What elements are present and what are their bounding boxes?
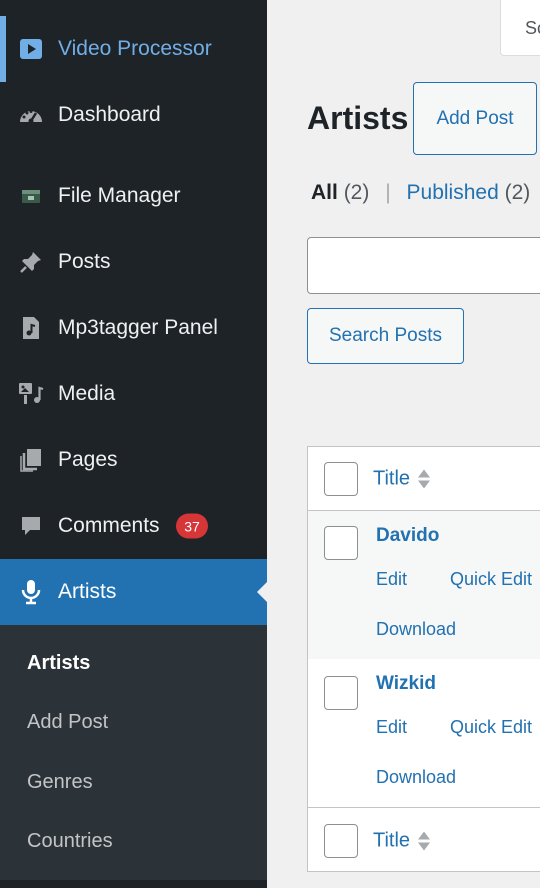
menu-posts[interactable]: Posts — [0, 229, 267, 295]
admin-sidebar: Video Processor Dashboard File Manager P… — [0, 0, 267, 888]
submenu-artists[interactable]: Artists — [27, 652, 90, 675]
menu-label: Video Processor — [58, 37, 212, 60]
row-download-link[interactable]: Download — [376, 767, 456, 788]
sort-icon — [418, 831, 431, 850]
column-title-label: Title — [373, 829, 411, 851]
submenu-add-post[interactable]: Add Post — [27, 711, 108, 734]
video-icon — [18, 36, 44, 62]
submenu-countries[interactable]: Countries — [27, 830, 113, 853]
menu-label: Pages — [58, 448, 118, 471]
row-quick-edit-link[interactable]: Quick Edit — [450, 717, 532, 738]
microphone-icon — [18, 579, 44, 605]
table-row: Wizkid Edit Quick Edit Download — [308, 659, 540, 807]
menu-artists[interactable]: Artists — [0, 559, 267, 625]
page-title: Artists — [307, 100, 409, 136]
row-edit-link[interactable]: Edit — [376, 569, 407, 590]
filter-separator: | — [385, 181, 391, 204]
title-column-header[interactable]: Title — [373, 467, 431, 490]
folder-icon — [18, 183, 44, 209]
row-checkbox[interactable] — [324, 676, 358, 710]
menu-label: Artists — [58, 580, 117, 603]
row-quick-edit-link[interactable]: Quick Edit — [450, 569, 532, 590]
pin-icon — [18, 249, 44, 275]
row-checkbox[interactable] — [324, 526, 358, 560]
filter-published-count: (2) — [504, 181, 531, 204]
menu-video-processor[interactable]: Video Processor — [0, 16, 267, 82]
menu-label: File Manager — [58, 184, 181, 207]
search-posts-button[interactable]: Search Posts — [307, 308, 464, 364]
main-content: Sc Artists Add Post All (2) | Published … — [267, 0, 540, 888]
menu-media[interactable]: Media — [0, 361, 267, 427]
table-header: Title — [308, 447, 540, 511]
menu-mp3tagger-panel[interactable]: Mp3tagger Panel — [0, 295, 267, 361]
title-column-footer[interactable]: Title — [373, 829, 431, 852]
submenu-genres[interactable]: Genres — [27, 771, 93, 794]
row-title-link[interactable]: Davido — [376, 525, 439, 547]
comment-icon — [18, 513, 44, 539]
posts-table: Title Davido Edit Quick Edit Download Wi… — [307, 446, 540, 872]
select-all-checkbox[interactable] — [324, 462, 358, 496]
menu-label: Media — [58, 382, 116, 405]
menu-file-manager[interactable]: File Manager — [0, 163, 267, 229]
menu-label: Dashboard — [58, 103, 161, 126]
row-edit-link[interactable]: Edit — [376, 717, 407, 738]
comments-count-badge: 37 — [176, 513, 208, 539]
sort-icon — [418, 469, 431, 488]
audio-file-icon — [18, 315, 44, 341]
filter-published[interactable]: Published — [407, 181, 499, 204]
menu-comments[interactable]: Comments 37 — [0, 493, 267, 559]
menu-label: Posts — [58, 250, 111, 273]
menu-pages[interactable]: Pages — [0, 427, 267, 493]
pages-icon — [18, 447, 44, 473]
artists-submenu: Artists Add Post Genres Countries — [0, 625, 267, 880]
table-row: Davido Edit Quick Edit Download — [308, 511, 540, 659]
search-input[interactable] — [307, 237, 540, 294]
status-filters: All (2) | Published (2) — [311, 181, 530, 205]
screen-options-button[interactable]: Sc — [500, 0, 540, 56]
table-footer: Title — [308, 807, 540, 873]
media-icon — [18, 381, 44, 407]
row-download-link[interactable]: Download — [376, 619, 456, 640]
select-all-checkbox-footer[interactable] — [324, 824, 358, 858]
column-title-label: Title — [373, 467, 411, 489]
filter-all-count: (2) — [343, 181, 370, 204]
add-post-button[interactable]: Add Post — [413, 82, 537, 155]
filter-all[interactable]: All — [311, 181, 338, 204]
menu-dashboard[interactable]: Dashboard — [0, 82, 267, 148]
dashboard-icon — [18, 102, 44, 128]
menu-label: Comments — [58, 514, 160, 537]
row-title-link[interactable]: Wizkid — [376, 673, 436, 695]
menu-label: Mp3tagger Panel — [58, 316, 218, 339]
